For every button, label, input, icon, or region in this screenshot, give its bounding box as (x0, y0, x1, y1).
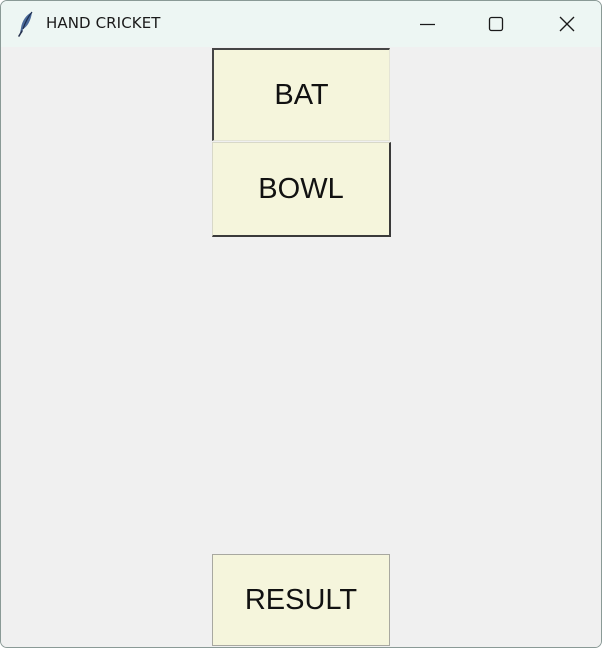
app-window: HAND CRICKET BAT BOWL RESULT (0, 0, 602, 648)
window-title: HAND CRICKET (46, 14, 161, 32)
bat-button[interactable]: BAT (212, 48, 390, 141)
main-panel: BAT BOWL RESULT (1, 47, 601, 647)
maximize-button[interactable] (462, 1, 528, 47)
result-button-label: RESULT (244, 583, 358, 616)
minimize-icon (420, 23, 435, 26)
minimize-button[interactable] (394, 1, 460, 47)
bowl-button-label: BOWL (258, 172, 344, 205)
close-icon (559, 16, 575, 32)
close-button[interactable] (534, 1, 600, 47)
result-button[interactable]: RESULT (212, 554, 390, 646)
title-bar[interactable]: HAND CRICKET (1, 1, 601, 47)
maximize-icon (488, 16, 504, 32)
bat-button-label: BAT (274, 78, 329, 111)
bowl-button[interactable]: BOWL (212, 142, 391, 237)
feather-icon (15, 11, 37, 37)
